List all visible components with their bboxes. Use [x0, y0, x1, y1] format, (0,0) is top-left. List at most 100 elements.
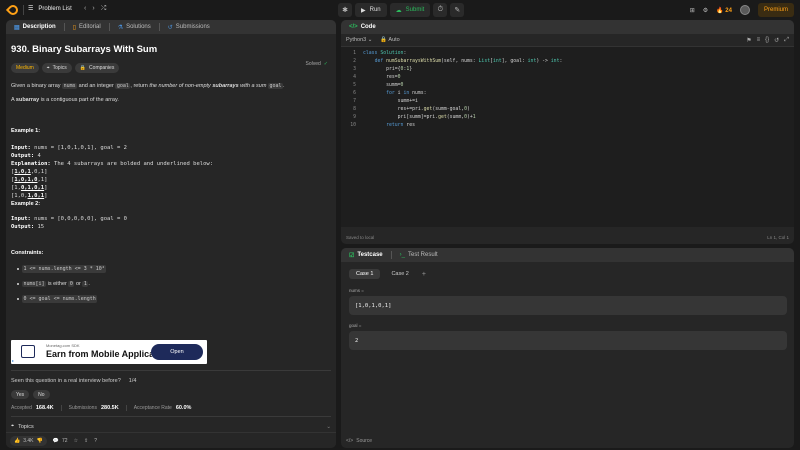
inline-code: 0 <= goal <= nums.length	[22, 295, 98, 303]
tab-submissions[interactable]: ↺ Submissions	[166, 24, 212, 31]
help-icon[interactable]: ?	[94, 438, 97, 444]
upload-icon: ☁	[395, 7, 402, 14]
run-label: Run	[369, 7, 381, 13]
tab-solutions[interactable]: ⚗ Solutions	[116, 24, 153, 31]
problem-list-button[interactable]: ☰ Problem List	[28, 5, 72, 13]
example-output: Output: 4	[11, 152, 331, 160]
yes-button[interactable]: Yes	[11, 390, 30, 399]
debug-icon[interactable]: ✱	[338, 3, 352, 17]
line-number: 3	[353, 67, 356, 72]
thumbs-down-icon[interactable]: 👎	[37, 438, 43, 444]
add-case-icon[interactable]: +	[422, 271, 426, 278]
premium-button[interactable]: Premium	[757, 3, 794, 17]
solved-badge: Solved ✓	[306, 61, 329, 67]
bookmark-icon[interactable]: ⚑	[746, 37, 751, 44]
document-icon: ▤	[14, 24, 20, 31]
lock-icon: 🔒	[79, 65, 87, 71]
goal-label: goal =	[349, 323, 362, 328]
ad-info-icon[interactable]: ▸	[12, 358, 14, 363]
stat-value: 168.4K	[35, 405, 54, 411]
topics-chip[interactable]: ⌖ Topics	[41, 63, 72, 73]
statement-text: , return	[130, 83, 150, 89]
case-tab-1[interactable]: Case 1	[349, 269, 381, 279]
layout-icon[interactable]: ⊞	[690, 7, 695, 14]
cursor-position: Ln 1, Col 1	[767, 234, 789, 240]
case-tabs: Case 1 Case 2 +	[349, 269, 426, 279]
code-panel: </> Code Python3 ⌄ 🔒 Auto ⚑ ≡ {} ↺ ⤢ 1 cl…	[341, 20, 794, 244]
code-line: 10 return res	[341, 123, 415, 130]
constraint-item: 1 <= nums.length <= 3 * 10⁴	[17, 265, 331, 273]
nums-label: nums =	[349, 288, 364, 293]
interview-question-text: Seen this question in a real interview b…	[11, 378, 121, 384]
prev-problem-icon[interactable]: ‹	[84, 5, 86, 13]
inline-code: goal	[115, 83, 131, 89]
example-value: nums = [0,0,0,0,0], goal = 0	[30, 216, 127, 222]
like-count: 3.4K	[23, 437, 34, 444]
tab-description[interactable]: ▤ Description	[12, 24, 58, 31]
tab-submissions-label: Submissions	[175, 24, 210, 30]
reset-icon[interactable]: ↺	[774, 37, 779, 44]
shuffle-icon[interactable]: ⤮	[101, 5, 107, 13]
code-line: 9 pri[summ]=pri.get(summ,0)+1	[341, 115, 476, 122]
next-problem-icon[interactable]: ›	[92, 5, 94, 13]
tab-editorial[interactable]: ▯ Editorial	[71, 24, 103, 31]
submit-button[interactable]: ☁ Submit	[389, 3, 431, 17]
format-icon[interactable]: ≡	[757, 37, 761, 44]
chevron-down-icon: ⌄	[326, 423, 331, 430]
problem-statement: Given a binary array nums and an integer…	[11, 82, 331, 90]
goal-input[interactable]: 2	[349, 331, 787, 350]
code-line: 6 for i in nums:	[341, 91, 426, 98]
tab-testcase[interactable]: ☑ Testcase	[347, 252, 385, 259]
code-editor[interactable]: 1 class Solution: 2 def numSubarraysWithS…	[341, 47, 794, 227]
topics-label: Topics	[18, 423, 34, 430]
tab-description-label: Description	[22, 24, 56, 30]
braces-icon[interactable]: {}	[765, 37, 769, 44]
streak-counter[interactable]: 🔥 24	[716, 7, 732, 14]
statement-text: is either	[46, 281, 69, 287]
avatar[interactable]	[739, 5, 750, 15]
no-button[interactable]: No	[33, 390, 50, 399]
line-number: 2	[353, 59, 356, 64]
inline-code: nums[i]	[22, 281, 47, 287]
tab-divider	[63, 23, 65, 31]
notes-icon[interactable]: ✎	[450, 3, 465, 17]
settings-icon[interactable]: ⚙	[703, 7, 708, 14]
statement-text: Given a binary array	[11, 83, 63, 89]
companies-chip[interactable]: 🔒 Companies	[74, 63, 120, 73]
run-button[interactable]: ▶ Run	[355, 3, 387, 17]
statement-text: .	[88, 281, 90, 287]
topics-accordion[interactable]: ⌖ Topics ⌄	[11, 423, 331, 430]
code-line: 3 pri={0:1}	[341, 67, 412, 74]
ad-logo-icon	[21, 345, 35, 358]
tag-icon: ⌖	[46, 65, 50, 71]
auto-toggle[interactable]: 🔒 Auto	[380, 37, 399, 43]
inline-code: 1 <= nums.length <= 3 * 10⁴	[22, 265, 107, 273]
example-1-body: Input: nums = [1,0,1,0,1], goal = 2 Outp…	[11, 144, 331, 200]
tab-code[interactable]: </> Code	[347, 24, 378, 30]
problem-title[interactable]: 930. Binary Subarrays With Sum	[11, 44, 331, 55]
line-number: 6	[353, 91, 356, 96]
comment-icon: 💬	[52, 437, 59, 444]
history-icon: ↺	[167, 24, 173, 31]
advertisement-banner[interactable]: Monetag.com SDK Earn from Mobile Applica…	[11, 340, 207, 364]
share-icon[interactable]: ⇪	[84, 438, 88, 444]
ad-open-button[interactable]: Open	[151, 344, 203, 360]
case-tab-2[interactable]: Case 2	[384, 269, 415, 279]
star-icon[interactable]: ☆	[74, 438, 78, 444]
thumbs-up-icon[interactable]: 👍	[14, 438, 20, 444]
example-value: The 4 subarrays are bolded and underline…	[50, 161, 214, 167]
like-dislike-group: 👍 3.4K 👎	[10, 435, 47, 446]
check-circle-icon: ✓	[323, 61, 328, 67]
subarray-line: [1,0,1,0,1]	[11, 193, 48, 199]
language-select[interactable]: Python3 ⌄	[346, 37, 372, 43]
leetcode-logo-icon[interactable]	[5, 2, 21, 18]
subarray-definition: A subarray is a contiguous part of the a…	[11, 96, 331, 104]
comments-button[interactable]: 💬 72	[53, 438, 68, 444]
source-button[interactable]: </> Source	[346, 438, 372, 444]
inline-code: goal	[267, 83, 284, 89]
nums-input[interactable]: [1,0,1,0,1]	[349, 296, 787, 315]
tab-test-result[interactable]: ›_ Test Result	[398, 252, 440, 258]
example-label: Output:	[11, 224, 35, 230]
expand-icon[interactable]: ⤢	[784, 37, 789, 44]
timer-icon[interactable]: ⏱	[433, 3, 448, 17]
